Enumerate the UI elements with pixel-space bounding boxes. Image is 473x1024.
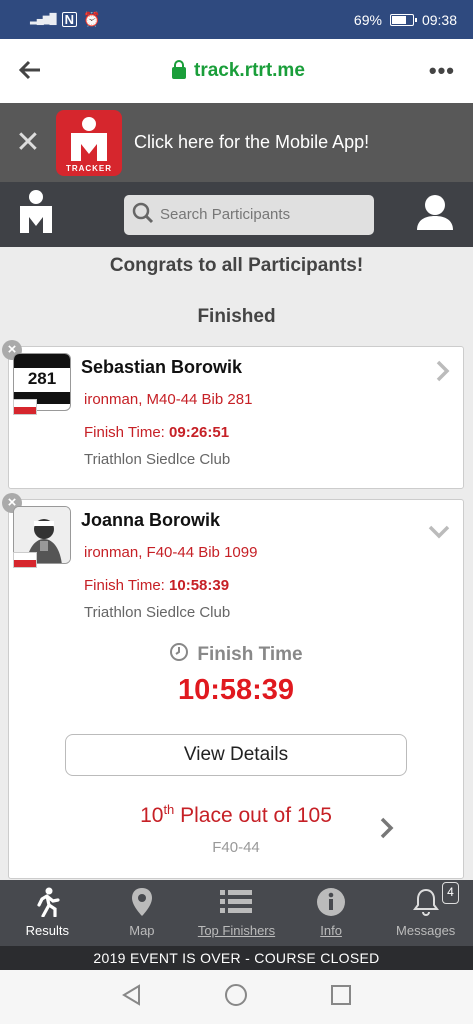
alarm-icon: ⏰: [82, 11, 101, 27]
participant-card[interactable]: × Joanna Borowik ironman, F40-44 Bib 109…: [2, 493, 464, 879]
chevron-right-icon[interactable]: [435, 359, 451, 390]
bell-icon: [411, 885, 441, 919]
finish-time-label: Finish Time:: [84, 577, 165, 594]
participant-division: ironman, M40-44 Bib 281: [84, 391, 253, 408]
bib-number: 281: [27, 369, 57, 388]
app-header: Search Participants: [0, 182, 473, 247]
event-status-bar: 2019 EVENT IS OVER - COURSE CLOSED: [0, 946, 473, 970]
view-details-button[interactable]: View Details: [65, 734, 407, 776]
place-number: 10: [140, 804, 164, 827]
nav-results[interactable]: Results: [0, 880, 95, 946]
participant-name[interactable]: Joanna Borowik: [81, 510, 220, 531]
battery-percent: 69%: [353, 11, 382, 28]
nav-map[interactable]: Map: [95, 880, 190, 946]
finish-time-heading: Finish Time: [197, 644, 303, 665]
back-arrow-icon[interactable]: [18, 56, 48, 87]
finish-time-label: Finish Time:: [84, 424, 165, 441]
participant-club: Triathlon Siedlce Club: [84, 604, 231, 621]
status-bar: ▂▄▆█ N ⏰ 69% 09:38: [0, 0, 473, 39]
recents-square-icon[interactable]: [330, 984, 352, 1011]
home-circle-icon[interactable]: [224, 983, 248, 1012]
finish-time-detail-label: Finish Time: [9, 642, 463, 668]
url-text: track.rtrt.me: [194, 60, 305, 81]
app-label: TRACKER: [65, 163, 113, 173]
congrats-heading: Congrats to all Participants!: [109, 255, 364, 276]
nav-info-label: Info: [320, 923, 342, 938]
battery-icon: [389, 13, 417, 26]
signal-icon: ▂▄▆█: [30, 14, 57, 25]
android-nav-bar: [0, 970, 473, 1024]
list-icon: [220, 885, 253, 919]
place-text: Place out of 105: [174, 804, 332, 827]
participant-division: ironman, F40-44 Bib 1099: [84, 544, 258, 561]
clock-icon: [169, 642, 189, 668]
nfc-icon: N: [61, 12, 77, 27]
bottom-nav: Results Map Top Finishers Info 4 Message…: [0, 880, 473, 946]
search-input[interactable]: Search Participants: [124, 194, 374, 235]
nav-results-label: Results: [25, 923, 69, 938]
info-icon: [316, 885, 346, 919]
finish-time-value: 09:26:51: [169, 424, 230, 441]
finish-time-big: 10:58:39: [177, 674, 295, 706]
section-heading: Finished: [197, 306, 276, 327]
close-banner-icon[interactable]: ✕: [0, 125, 56, 160]
map-pin-icon: [131, 885, 153, 919]
nav-messages-label: Messages: [396, 923, 456, 938]
nav-messages[interactable]: 4 Messages: [378, 880, 473, 946]
more-menu-icon[interactable]: •••: [429, 58, 455, 84]
mobile-app-banner[interactable]: ✕ TRACKER Click here for the Mobile App!: [0, 103, 473, 182]
lock-icon: [172, 60, 186, 79]
address-bar[interactable]: track.rtrt.me: [48, 60, 429, 82]
finish-time-value: 10:58:39: [169, 577, 230, 594]
search-icon: [132, 202, 154, 228]
messages-badge: 4: [441, 882, 459, 904]
chevron-right-icon[interactable]: [379, 816, 395, 847]
browser-bar: track.rtrt.me •••: [0, 39, 473, 103]
place-suffix: th: [163, 802, 175, 817]
poland-flag-icon: [13, 399, 37, 415]
user-profile-icon[interactable]: [415, 194, 455, 235]
participant-card[interactable]: × 281 Sebastian Borowik ironman, M40-44 …: [2, 340, 464, 489]
ironman-logo-icon[interactable]: [18, 189, 54, 240]
nav-top-finishers-label: Top Finishers: [197, 923, 276, 938]
finish-time-row: Finish Time: 10:58:39: [84, 577, 229, 594]
finish-time-row: Finish Time: 09:26:51: [84, 424, 229, 441]
runner-icon: [34, 885, 60, 919]
participant-club: Triathlon Siedlce Club: [84, 451, 231, 468]
banner-cta[interactable]: Click here for the Mobile App!: [134, 132, 369, 153]
back-triangle-icon[interactable]: [121, 983, 143, 1011]
chevron-down-icon[interactable]: [427, 516, 451, 547]
nav-info[interactable]: Info: [284, 880, 379, 946]
poland-flag-icon: [13, 552, 37, 568]
search-placeholder: Search Participants: [160, 206, 291, 223]
clock: 09:38: [421, 11, 457, 28]
participant-name[interactable]: Sebastian Borowik: [81, 357, 242, 378]
nav-map-label: Map: [129, 923, 155, 938]
tracker-app-icon: TRACKER: [56, 109, 122, 176]
nav-top-finishers[interactable]: Top Finishers: [189, 880, 284, 946]
